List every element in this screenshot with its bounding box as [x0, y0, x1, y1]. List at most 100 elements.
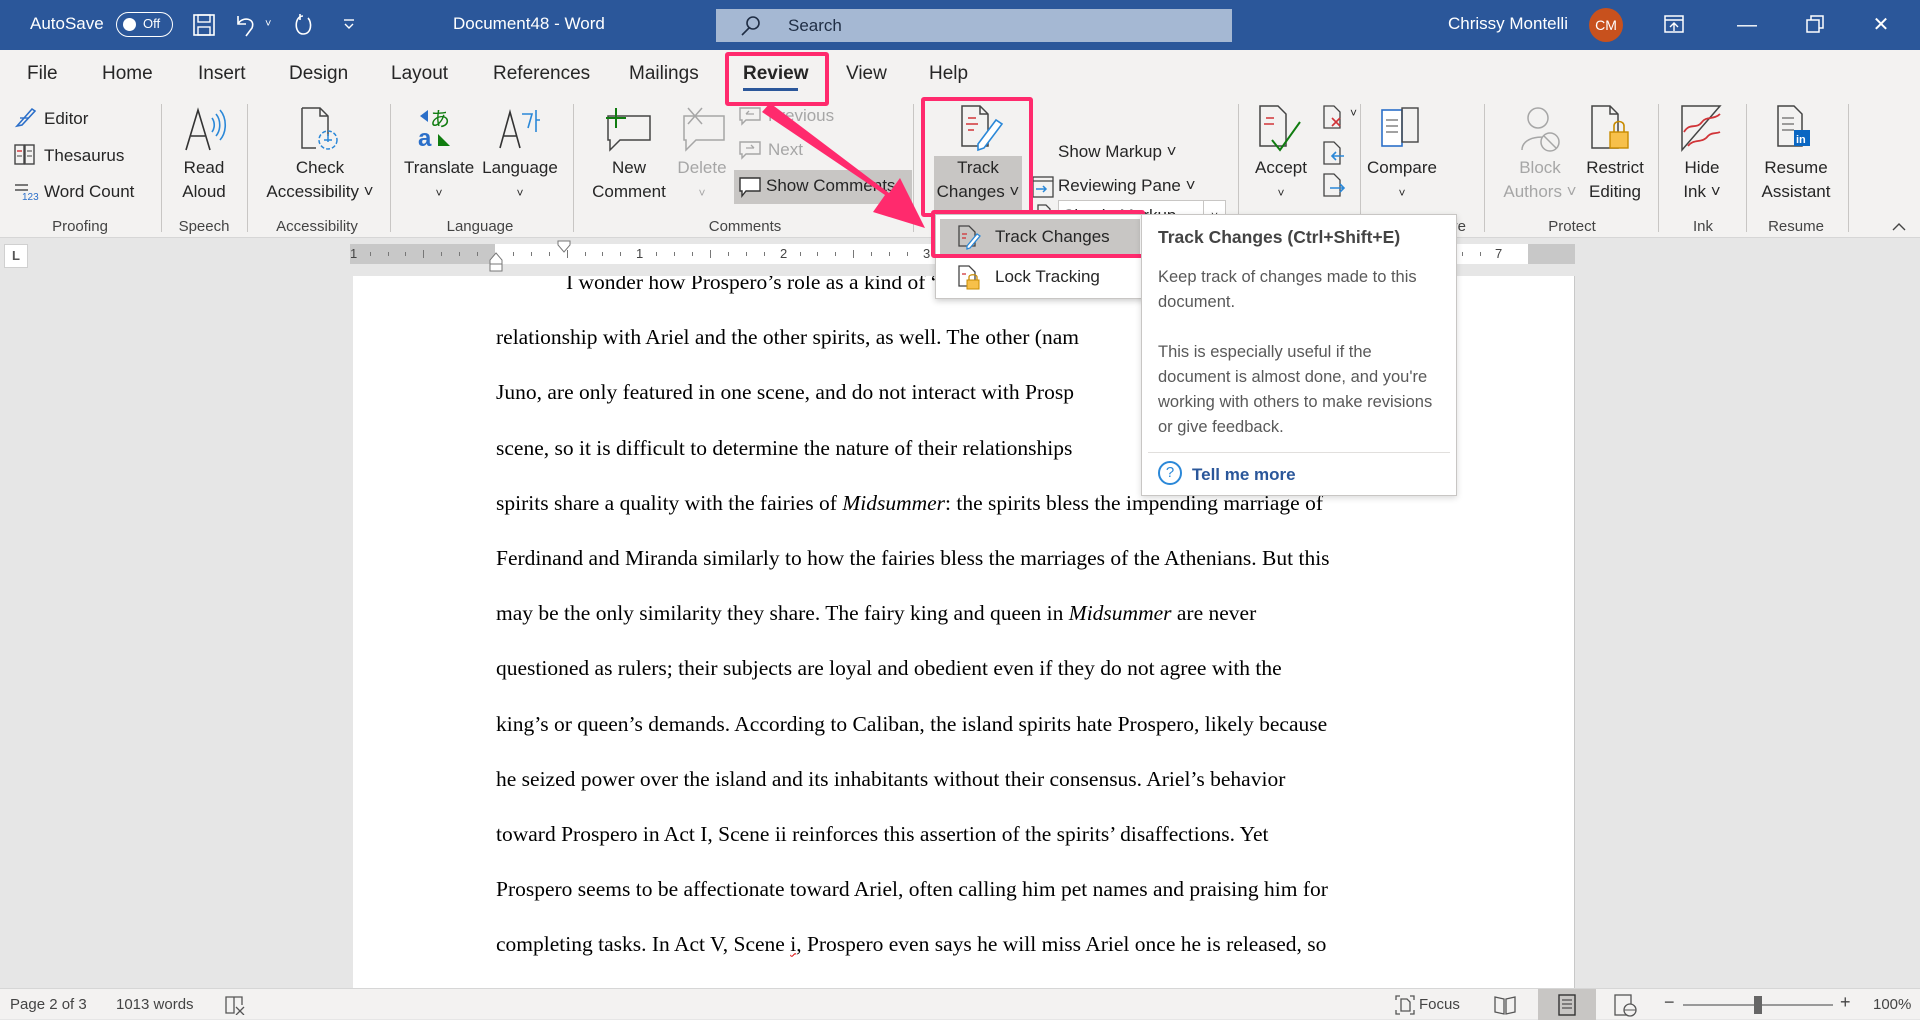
tab-insert[interactable]: Insert [198, 63, 246, 85]
restrict-editing-button[interactable]: Restrict Editing [1580, 156, 1650, 204]
web-layout-icon[interactable] [1614, 994, 1638, 1018]
language-button[interactable]: Language ˅ [480, 156, 560, 205]
group-label-accessibility: Accessibility [276, 218, 358, 235]
compare-icon [1381, 107, 1419, 147]
ribbon-display-options-icon[interactable] [1664, 15, 1684, 33]
ruler-tick [727, 252, 729, 256]
tooltip-description: Keep track of changes made to this docum… [1158, 268, 1417, 311]
group-separator [573, 104, 574, 232]
next-change-icon[interactable] [1322, 172, 1346, 198]
accept-label: Accept [1255, 158, 1307, 177]
delete-comment-button[interactable]: Delete ˅ [672, 156, 732, 205]
ruler-tick [906, 252, 908, 256]
customize-toolbar-icon[interactable] [343, 18, 355, 30]
tab-view[interactable]: View [846, 63, 887, 85]
undo-dropdown-icon[interactable]: ˅ [265, 18, 271, 30]
word-count-button[interactable]: Word Count [44, 182, 134, 202]
translate-icon: あa [418, 107, 450, 152]
ruler-tick [459, 252, 461, 256]
thesaurus-icon [14, 144, 35, 165]
tab-design[interactable]: Design [289, 63, 348, 85]
autosave-toggle[interactable]: Off [116, 12, 173, 37]
tab-home[interactable]: Home [102, 63, 153, 85]
proofing-status-icon[interactable] [224, 995, 246, 1015]
print-layout-button[interactable] [1538, 989, 1596, 1020]
resume-assistant-icon: in [1777, 105, 1810, 147]
authors-label: Authors ˅ [1503, 182, 1577, 201]
ruler-tick [709, 250, 711, 258]
hide-ink-icon [1681, 105, 1722, 153]
document-line: questioned as rulers; their subjects are… [496, 656, 1282, 681]
delete-label: Delete [677, 158, 727, 177]
first-line-indent-marker[interactable] [557, 240, 571, 254]
read-aloud-button[interactable]: Read Aloud [178, 156, 230, 204]
editor-button[interactable]: Editor [44, 109, 88, 129]
group-label-proofing: Proofing [52, 218, 108, 235]
accept-button[interactable]: Accept ˅ [1248, 156, 1314, 205]
word-count[interactable]: 1013 words [116, 996, 194, 1013]
tab-help[interactable]: Help [929, 63, 968, 85]
hanging-indent-marker[interactable] [489, 252, 503, 272]
user-name[interactable]: Chrissy Montelli [1448, 14, 1568, 34]
undo-icon[interactable] [234, 12, 258, 38]
collapse-ribbon-icon[interactable] [1892, 222, 1906, 232]
avatar[interactable]: CM [1589, 8, 1623, 42]
previous-change-icon[interactable] [1322, 140, 1346, 166]
zoom-out-button[interactable]: − [1664, 992, 1675, 1013]
focus-button[interactable]: Focus [1419, 996, 1460, 1013]
search-placeholder: Search [788, 16, 842, 35]
restore-button[interactable] [1806, 15, 1824, 33]
tab-file[interactable]: File [27, 63, 58, 85]
review-tab-highlight [725, 52, 829, 106]
menu-item-lock-tracking[interactable]: Lock Tracking [940, 259, 1140, 295]
zoom-slider-thumb[interactable] [1754, 996, 1762, 1014]
tell-me-more-link[interactable]: Tell me more [1192, 465, 1296, 485]
tab-references[interactable]: References [493, 63, 590, 85]
ruler-tick [853, 250, 855, 258]
spelling-error[interactable]: i [790, 932, 796, 956]
tab-mailings[interactable]: Mailings [629, 63, 699, 85]
group-label-resume: Resume [1768, 218, 1824, 235]
translate-button[interactable]: Translate ˅ [404, 156, 474, 205]
svg-text:あ: あ [430, 107, 450, 131]
read-mode-icon[interactable] [1494, 995, 1516, 1015]
compare-dropdown-icon: ˅ [1398, 186, 1406, 200]
tab-selector[interactable]: L [4, 244, 28, 268]
next-comment-button[interactable]: Next [768, 140, 803, 160]
ruler-tick [799, 252, 801, 256]
zoom-level[interactable]: 100% [1873, 996, 1911, 1013]
svg-text:in: in [1796, 134, 1806, 146]
thesaurus-button[interactable]: Thesaurus [44, 146, 124, 166]
reject-dropdown-icon[interactable]: ˅ [1350, 106, 1357, 120]
reject-icon[interactable] [1322, 104, 1346, 130]
compare-label: Compare [1367, 158, 1437, 177]
previous-comment-icon [739, 107, 761, 126]
tab-layout[interactable]: Layout [391, 63, 448, 85]
tooltip-divider [1148, 452, 1450, 453]
minimize-button[interactable]: — [1734, 12, 1760, 38]
show-markup-button[interactable]: Show Markup ˅ [1058, 142, 1177, 162]
document-line: Prospero seems to be affectionate toward… [496, 877, 1328, 902]
close-button[interactable]: ✕ [1868, 12, 1894, 38]
check-accessibility-button[interactable]: Check Accessibility ˅ [255, 156, 385, 204]
zoom-in-button[interactable]: + [1840, 992, 1851, 1013]
page-indicator[interactable]: Page 2 of 3 [10, 996, 87, 1013]
redo-icon[interactable] [290, 12, 316, 38]
ruler-number: 1 [350, 246, 358, 261]
check-accessibility-icon [301, 107, 338, 150]
block-authors-button[interactable]: Block Authors ˅ [1494, 156, 1586, 204]
ruler-tick [817, 252, 819, 256]
compare-button[interactable]: Compare ˅ [1362, 156, 1442, 205]
comment-label: Comment [592, 182, 666, 201]
reviewing-pane-button[interactable]: Reviewing Pane ˅ [1058, 176, 1196, 196]
new-comment-button[interactable]: New Comment [584, 156, 674, 204]
show-comments-button[interactable]: Show Comments [734, 170, 912, 204]
search-box[interactable]: Search [716, 9, 1232, 42]
hide-ink-button[interactable]: Hide Ink ˅ [1670, 156, 1734, 204]
new-comment-icon [606, 108, 651, 152]
previous-comment-button[interactable]: Previous [768, 106, 834, 126]
block-authors-icon [1521, 107, 1560, 152]
resume-assistant-button[interactable]: Resume Assistant [1756, 156, 1836, 204]
save-icon[interactable] [193, 14, 215, 36]
italic-title: Midsummer [1068, 601, 1172, 626]
